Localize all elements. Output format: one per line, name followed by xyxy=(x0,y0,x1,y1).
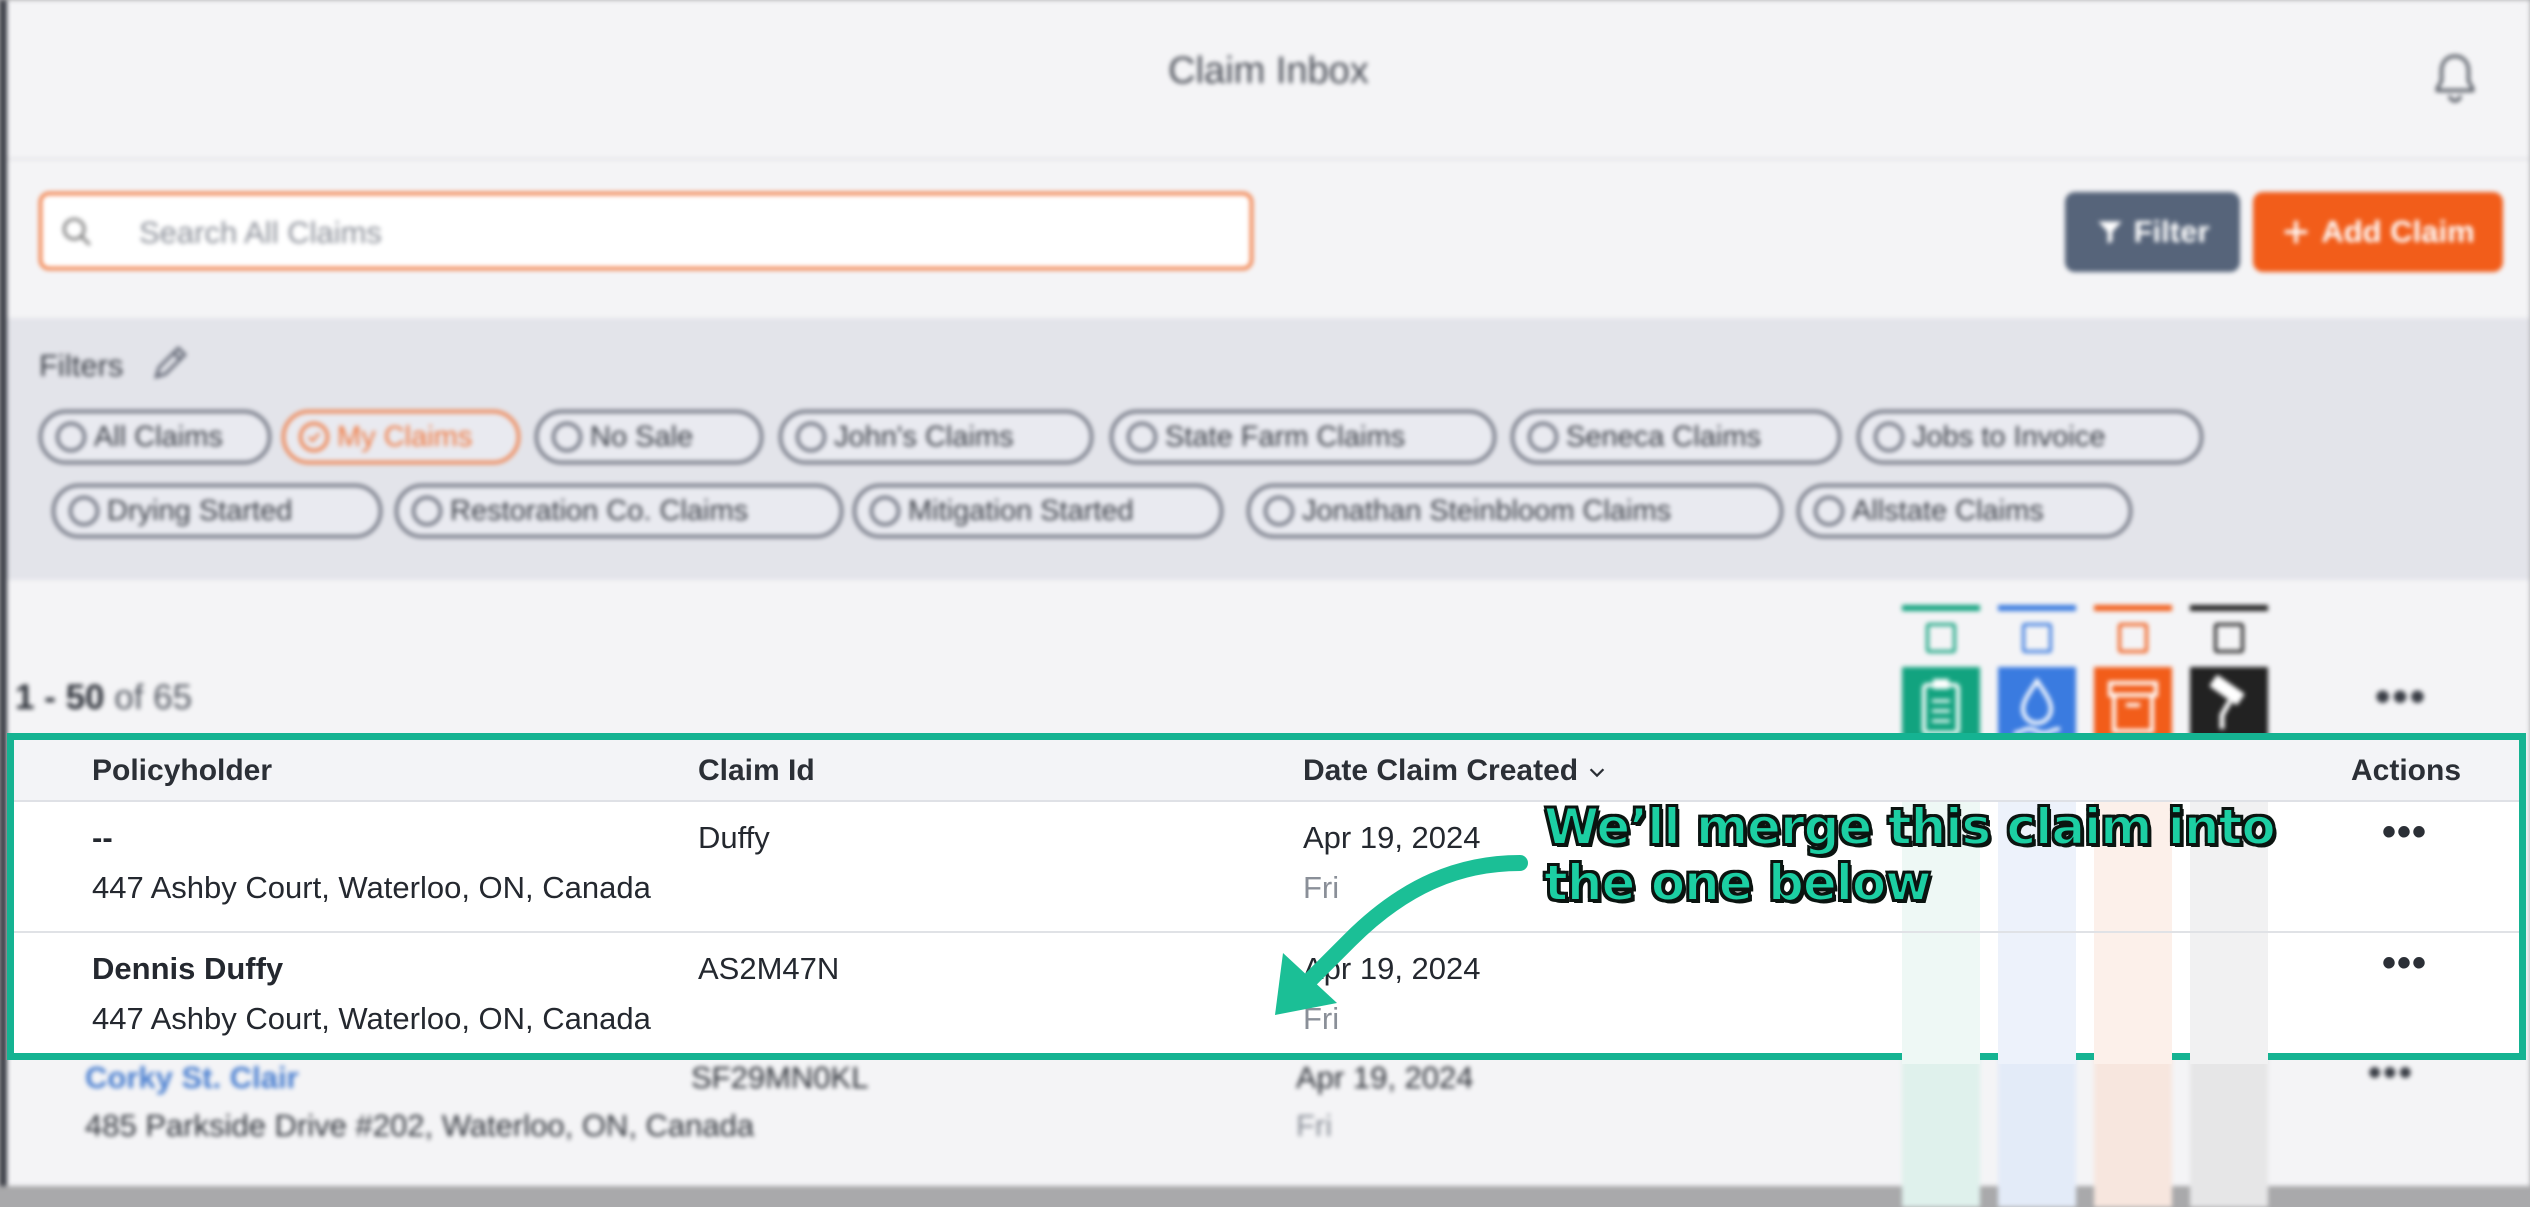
radio-icon xyxy=(1874,422,1904,452)
chevron-down-icon xyxy=(1590,768,1605,778)
pencil-icon[interactable] xyxy=(149,340,193,384)
pagination-range: 1 - 50 of 65 xyxy=(15,678,192,718)
filters-label: Filters xyxy=(39,348,124,383)
row-actions-icon[interactable]: ••• xyxy=(2382,810,2427,855)
category-checkbox[interactable] xyxy=(2118,623,2148,653)
category-bar xyxy=(2190,605,2268,611)
filter-button[interactable]: Filter xyxy=(2065,192,2240,272)
radio-icon xyxy=(1528,422,1558,452)
filter-chip-label: My Claims xyxy=(337,420,473,453)
filter-chip-label: John's Claims xyxy=(834,420,1014,453)
claim-day: Fri xyxy=(1296,1108,1333,1143)
search-input[interactable] xyxy=(137,209,1231,257)
category-bar xyxy=(1998,605,2076,611)
radio-icon xyxy=(56,422,86,452)
annotation-arrow-icon xyxy=(1275,855,1528,1015)
filter-chip-no-sale[interactable]: No Sale xyxy=(535,410,763,464)
annotation-callout: We’ll merge this claim into the one belo… xyxy=(1543,798,2277,912)
annotation-line-2: the one below xyxy=(1543,854,1932,912)
category-checkbox[interactable] xyxy=(2214,623,2244,653)
plus-icon xyxy=(2285,220,2308,244)
add-claim-button[interactable]: Add Claim xyxy=(2253,192,2503,272)
table-row[interactable]: Corky St. Clair 485 Parkside Drive #202,… xyxy=(7,1052,2530,1186)
claim-id: Duffy xyxy=(698,820,770,855)
page-title: Claim Inbox xyxy=(1168,50,1369,92)
filter-chip-label: State Farm Claims xyxy=(1165,420,1406,453)
annotation-line-1: We’ll merge this claim into xyxy=(1543,798,2277,856)
more-options-icon[interactable]: ••• xyxy=(2375,672,2427,722)
filter-chip-restoration-co-claims[interactable]: Restoration Co. Claims xyxy=(395,484,843,538)
search-icon xyxy=(62,217,91,246)
filter-chip-label: No Sale xyxy=(590,420,694,453)
filter-chip-label: Mitigation Started xyxy=(908,494,1134,527)
filter-chip-label: Allstate Claims xyxy=(1852,494,2044,527)
pagination-total: of 65 xyxy=(114,678,193,717)
filter-chip-my-claims[interactable]: My Claims xyxy=(282,410,520,464)
category-checkbox[interactable] xyxy=(1926,623,1956,653)
radio-icon xyxy=(796,422,826,452)
claim-id: AS2M47N xyxy=(698,951,840,986)
header: Claim Inbox xyxy=(7,0,2530,160)
left-rail xyxy=(0,0,7,1186)
check-circle-icon xyxy=(299,422,329,452)
filter-chip-johns-claims[interactable]: John's Claims xyxy=(779,410,1093,464)
filter-chip-allstate-claims[interactable]: Allstate Claims xyxy=(1797,484,2132,538)
radio-icon xyxy=(1127,422,1157,452)
category-bar xyxy=(1902,605,1980,611)
claim-id: SF29MN0KL xyxy=(691,1060,869,1095)
filter-chip-label: Jobs to Invoice xyxy=(1912,420,2106,453)
filter-chip-seneca-claims[interactable]: Seneca Claims xyxy=(1511,410,1841,464)
claim-date: Apr 19, 2024 xyxy=(1296,1060,1474,1095)
radio-icon xyxy=(1814,496,1844,526)
funnel-icon xyxy=(2097,221,2122,244)
policyholder-name[interactable]: Corky St. Clair xyxy=(85,1060,299,1096)
filter-chip-label: Restoration Co. Claims xyxy=(450,494,749,527)
policyholder-address: 447 Ashby Court, Waterloo, ON, Canada xyxy=(92,870,651,905)
filter-button-label: Filter xyxy=(2133,214,2210,249)
filters-panel: Filters All Claims My Claims No Sale Joh… xyxy=(7,318,2530,580)
add-claim-button-label: Add Claim xyxy=(2321,214,2475,249)
policyholder-address: 485 Parkside Drive #202, Waterloo, ON, C… xyxy=(85,1108,755,1143)
row-actions-icon[interactable]: ••• xyxy=(2382,941,2427,986)
category-bar xyxy=(2094,605,2172,611)
radio-icon xyxy=(870,496,900,526)
category-checkbox[interactable] xyxy=(2022,623,2052,653)
policyholder-name-link[interactable]: Dennis Duffy xyxy=(92,951,283,987)
pagination-range-value: 1 - 50 xyxy=(15,678,105,717)
column-header-date-created[interactable]: Date Claim Created xyxy=(1303,754,1608,788)
radio-icon xyxy=(1264,496,1294,526)
radio-icon xyxy=(412,496,442,526)
filter-chip-jonathan-steinbloom-claims[interactable]: Jonathan Steinbloom Claims xyxy=(1247,484,1783,538)
column-header-policyholder[interactable]: Policyholder xyxy=(92,754,272,788)
radio-icon xyxy=(69,496,99,526)
table-header: Policyholder Claim Id Date Claim Created… xyxy=(14,740,2519,802)
radio-icon xyxy=(552,422,582,452)
policyholder-name: -- xyxy=(92,820,113,855)
column-header-date-created-label: Date Claim Created xyxy=(1303,754,1579,787)
policyholder-address: 447 Ashby Court, Waterloo, ON, Canada xyxy=(92,1001,651,1036)
column-header-actions: Actions xyxy=(2351,754,2462,787)
filter-chip-jobs-to-invoice[interactable]: Jobs to Invoice xyxy=(1857,410,2203,464)
filter-chip-state-farm-claims[interactable]: State Farm Claims xyxy=(1110,410,1496,464)
bell-icon[interactable] xyxy=(2430,52,2480,106)
filter-chip-label: All Claims xyxy=(94,420,223,453)
search-box[interactable] xyxy=(39,192,1253,270)
filter-chip-all-claims[interactable]: All Claims xyxy=(39,410,271,464)
filter-chip-mitigation-started[interactable]: Mitigation Started xyxy=(853,484,1223,538)
filter-chip-label: Jonathan Steinbloom Claims xyxy=(1302,494,1672,527)
filter-chip-label: Drying Started xyxy=(107,494,293,527)
filter-chip-drying-started[interactable]: Drying Started xyxy=(52,484,382,538)
column-header-claim-id[interactable]: Claim Id xyxy=(698,754,815,788)
filter-chip-label: Seneca Claims xyxy=(1566,420,1762,453)
